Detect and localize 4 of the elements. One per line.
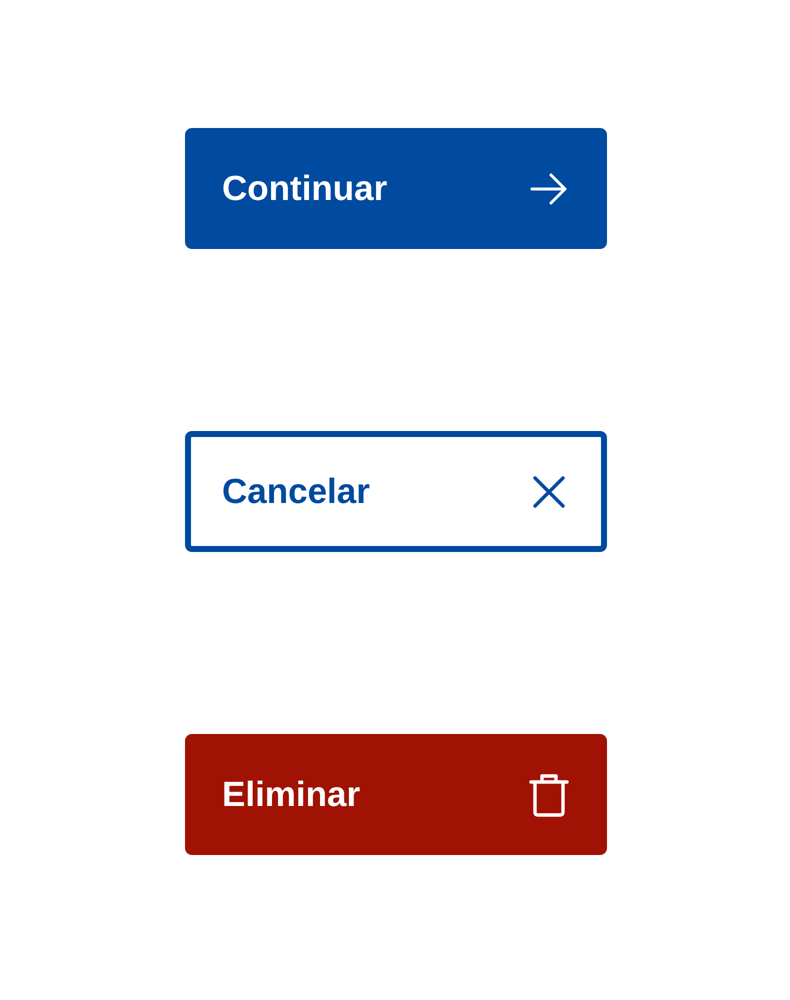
cancel-button[interactable]: Cancelar [185, 431, 607, 552]
delete-button[interactable]: Eliminar [185, 734, 607, 855]
trash-icon [529, 772, 569, 816]
continue-button[interactable]: Continuar [185, 128, 607, 249]
